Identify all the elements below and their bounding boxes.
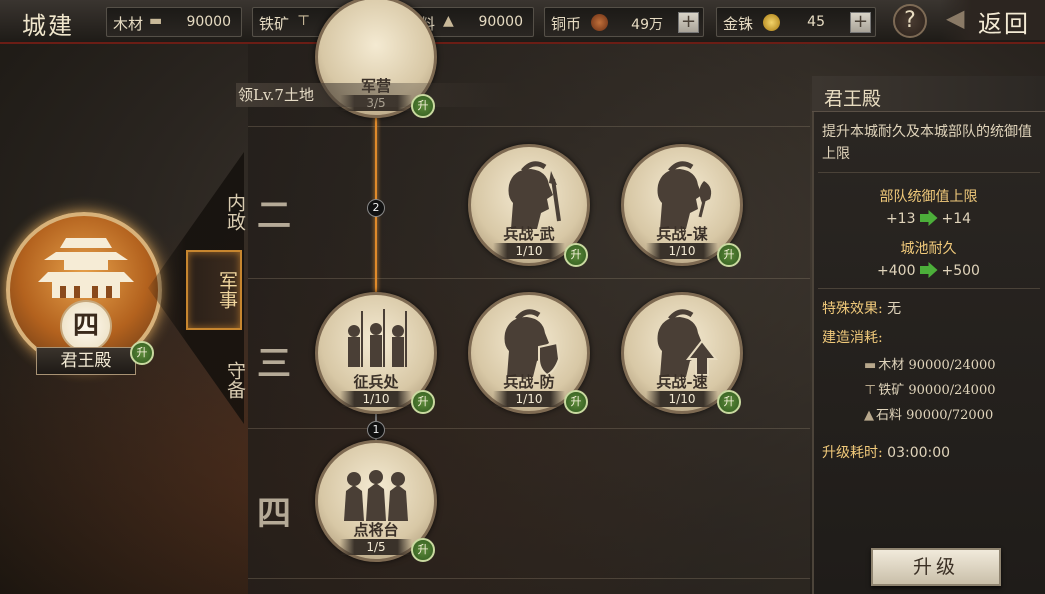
cost-value: 90000/24000 xyxy=(908,358,996,373)
node-name: 征兵处 xyxy=(353,373,399,391)
time-value: 03:00:00 xyxy=(887,445,951,461)
cost-value: 90000/24000 xyxy=(908,383,996,398)
stat-from: +13 xyxy=(885,211,916,227)
upgrade-badge[interactable]: 升 xyxy=(411,94,435,118)
cost-row: ⊤ 铁矿 90000/24000 xyxy=(864,379,995,398)
node-progress: 1/10 xyxy=(493,391,565,407)
node-name: 兵战-武 xyxy=(503,225,555,243)
tab-defense[interactable]: 守备 xyxy=(192,340,248,420)
cost-row: ▬ 木材 90000/24000 xyxy=(864,354,996,373)
resource-value: 49万 xyxy=(631,17,663,33)
arrow-right-icon xyxy=(919,262,938,278)
wood-icon: ▬ xyxy=(864,358,877,373)
wood-icon: ▬ xyxy=(149,13,163,29)
cost-value: 90000/72000 xyxy=(906,408,994,423)
resource-label: 铜币 xyxy=(551,15,582,33)
add-gold-button[interactable]: + xyxy=(850,12,871,33)
node-name: 兵战-防 xyxy=(503,373,555,391)
panel-title: 君王殿 xyxy=(824,88,882,110)
add-copper-button[interactable]: + xyxy=(678,12,699,33)
resource-label: 木材 xyxy=(113,15,144,33)
node-progress: 1/10 xyxy=(646,243,718,259)
stat-to: +500 xyxy=(941,263,980,279)
connector-count: 1 xyxy=(367,421,385,439)
special-effect: 特殊效果: 无 xyxy=(822,298,901,318)
upgrade-button[interactable]: 升级 xyxy=(871,548,1001,586)
node-progress: 1/10 xyxy=(493,243,565,259)
cost-label: 建造消耗: xyxy=(822,330,883,346)
cost-name: 石料 xyxy=(876,408,903,423)
upgrade-badge[interactable]: 升 xyxy=(717,243,741,267)
back-button[interactable]: ◀ 返回 xyxy=(940,0,1045,40)
cost-row: ▲ 石料 90000/72000 xyxy=(864,404,993,423)
node-progress: 1/10 xyxy=(340,391,412,407)
divider xyxy=(818,172,1040,173)
upgrade-badge[interactable]: 升 xyxy=(564,390,588,414)
stone-icon: ▲ xyxy=(864,408,874,423)
upgrade-badge[interactable]: 升 xyxy=(564,243,588,267)
stat-to: +14 xyxy=(941,211,972,227)
resource-copper: 铜币 49万 + xyxy=(544,7,704,37)
speed-warrior-icon xyxy=(657,309,718,377)
resource-value: 45 xyxy=(807,14,825,30)
row-divider xyxy=(248,126,810,127)
top-bar: 城建 木材 ▬ 90000 铁矿 ⊤ 90000 石料 ▲ 90000 铜币 4… xyxy=(0,0,1045,44)
resource-value: 90000 xyxy=(186,14,231,30)
help-button[interactable]: ? xyxy=(893,4,927,38)
back-arrow-icon: ◀ xyxy=(946,4,965,32)
iron-icon: ⊤ xyxy=(297,13,311,29)
building-level: 四 xyxy=(60,300,112,352)
time-label: 升级耗时: xyxy=(822,445,883,461)
back-label: 返回 xyxy=(978,10,1030,38)
building-name: 君王殿 xyxy=(36,347,136,375)
resource-wood: 木材 ▬ 90000 xyxy=(106,7,242,37)
stat-label: 部队统御值上限 xyxy=(879,189,978,205)
connector-count: 2 xyxy=(367,199,385,217)
iron-icon: ⊤ xyxy=(864,383,877,398)
stone-icon: ▲ xyxy=(443,13,454,29)
warrior-head-icon xyxy=(508,161,561,229)
node-progress: 1/5 xyxy=(340,539,412,555)
cost-name: 木材 xyxy=(878,358,905,373)
stat-values: +13 +14 xyxy=(812,210,1045,227)
node-progress: 1/10 xyxy=(646,391,718,407)
tier-label: 四 xyxy=(257,494,291,534)
level-requirement-banner: 领Lv.7土地 xyxy=(236,83,516,107)
special-label: 特殊效果: xyxy=(822,301,883,317)
copper-coin-icon xyxy=(591,14,608,31)
gold-coin-icon xyxy=(763,14,780,31)
resource-label: 金铢 xyxy=(723,15,754,33)
resource-value: 90000 xyxy=(478,14,523,30)
soldiers-group-icon xyxy=(348,309,407,367)
special-value: 无 xyxy=(887,301,902,317)
upgrade-badge[interactable]: 升 xyxy=(717,390,741,414)
divider xyxy=(818,288,1040,289)
row-divider xyxy=(248,578,810,579)
strategist-head-icon xyxy=(657,161,712,229)
upgrade-time: 升级耗时: 03:00:00 xyxy=(822,442,950,462)
resource-gold: 金铢 45 + xyxy=(716,7,876,37)
row-divider xyxy=(248,428,810,429)
shield-warrior-icon xyxy=(504,309,561,377)
upgrade-badge[interactable]: 升 xyxy=(411,538,435,562)
upgrade-badge[interactable]: 升 xyxy=(130,341,154,365)
node-name: 兵战-速 xyxy=(656,373,708,391)
stat-values: +400 +500 xyxy=(812,262,1045,279)
stat-from: +400 xyxy=(877,263,916,279)
resource-label: 铁矿 xyxy=(259,15,290,33)
cost-name: 铁矿 xyxy=(878,383,905,398)
node-name: 兵战-谋 xyxy=(656,225,708,243)
upgrade-badge[interactable]: 升 xyxy=(411,390,435,414)
node-name: 点将台 xyxy=(353,521,399,539)
tier-label: 三 xyxy=(257,344,291,384)
row-divider xyxy=(248,278,810,279)
tab-military[interactable]: 军事 xyxy=(186,250,242,330)
tab-internal-affairs[interactable]: 内政 xyxy=(192,172,248,252)
arrow-right-icon xyxy=(919,210,938,226)
panel-description: 提升本城耐久及本城部队的统御值上限 xyxy=(822,124,1032,162)
tier-label: 二 xyxy=(257,196,291,236)
page-title: 城建 xyxy=(22,12,74,40)
generals-icon xyxy=(344,470,408,521)
stat-label: 城池耐久 xyxy=(900,241,957,257)
